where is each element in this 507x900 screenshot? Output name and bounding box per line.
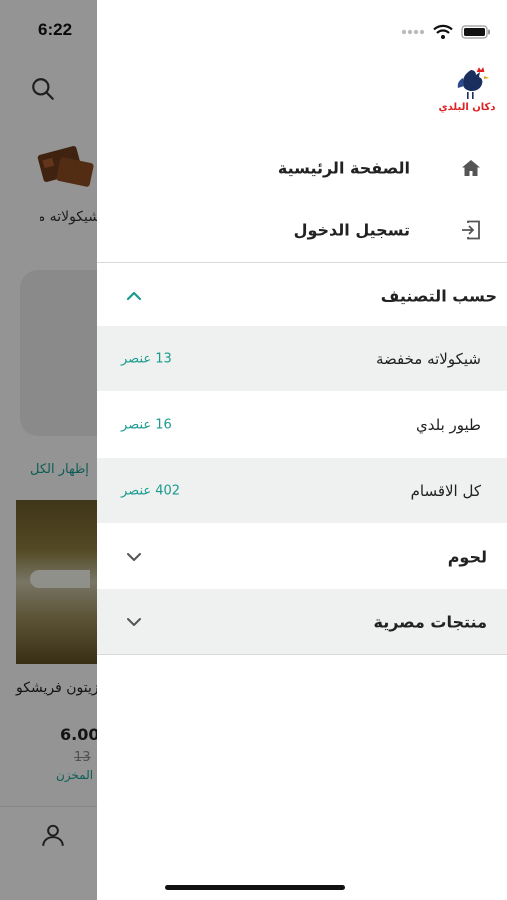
svg-text:دكان البلدي: دكان البلدي xyxy=(438,102,495,113)
nav-login-label: تسجيل الدخول xyxy=(293,220,410,240)
subcategory-count: 16 عنصر xyxy=(121,417,172,432)
subcategory-label: كل الاقسام xyxy=(410,481,481,500)
chevron-up-icon xyxy=(126,291,142,300)
home-icon xyxy=(462,160,480,176)
subcategory-label: شيكولاته مخفضة xyxy=(375,349,481,368)
home-indicator xyxy=(165,885,345,890)
brand-logo: دكان البلدي xyxy=(438,67,496,113)
category-section-label: حسب التصنيف xyxy=(380,286,497,305)
subcategory-item[interactable]: طيور بلدي 16 عنصر xyxy=(97,392,507,457)
group-egyptian-products[interactable]: منتجات مصرية xyxy=(97,589,507,654)
side-drawer: دكان البلدي الصفحة الرئيسية تسجيل الدخول… xyxy=(97,0,507,900)
subcategory-count: 13 عنصر xyxy=(121,351,172,366)
signal-icon xyxy=(401,29,425,35)
menu-divider xyxy=(97,654,507,655)
group-meat[interactable]: لحوم xyxy=(97,524,507,589)
battery-icon xyxy=(461,25,490,39)
chevron-down-icon xyxy=(127,552,141,561)
group-label: لحوم xyxy=(447,547,487,566)
login-icon xyxy=(462,220,480,240)
nav-home-label: الصفحة الرئيسية xyxy=(277,158,410,178)
subcategory-item[interactable]: كل الاقسام 402 عنصر xyxy=(97,458,507,523)
subcategory-item[interactable]: شيكولاته مخفضة 13 عنصر xyxy=(97,326,507,391)
nav-home[interactable]: الصفحة الرئيسية xyxy=(97,140,507,196)
group-label: منتجات مصرية xyxy=(373,612,488,631)
category-section-header[interactable]: حسب التصنيف xyxy=(97,263,507,328)
wifi-icon xyxy=(433,24,453,39)
chevron-down-icon xyxy=(127,617,141,626)
subcategory-count: 402 عنصر xyxy=(121,483,181,498)
nav-login[interactable]: تسجيل الدخول xyxy=(97,202,507,258)
subcategory-label: طيور بلدي xyxy=(416,415,481,434)
status-icons xyxy=(401,22,491,42)
